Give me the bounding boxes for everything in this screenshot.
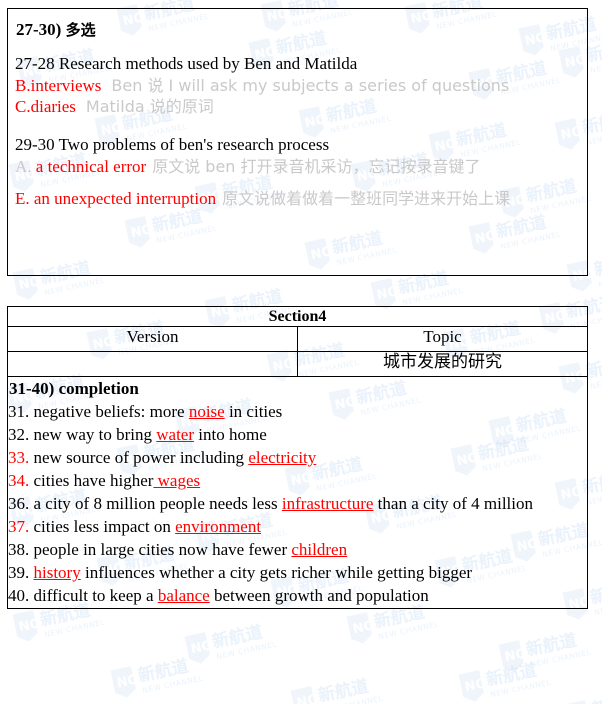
gap-item-number: 36. bbox=[8, 494, 30, 514]
gap-item-number: 33. bbox=[8, 448, 30, 468]
gap-text: between growth and population bbox=[209, 585, 429, 605]
gap-item-number: 39. bbox=[8, 562, 30, 582]
completion-section: 31-40) completion 31. negative beliefs: … bbox=[7, 376, 588, 609]
multiple-choice-box: 27-30) 多选 27-28 Research methods used by… bbox=[7, 8, 588, 276]
gap-answer: wages bbox=[153, 471, 201, 491]
mc-group-27-28: 27-28 Research methods used by Ben and M… bbox=[14, 54, 583, 117]
mc-group-stem: 29-30 Two problems of ben's research pro… bbox=[15, 135, 330, 155]
mc-option-text: a technical error bbox=[35, 157, 147, 177]
column-header-version: Version bbox=[7, 326, 298, 353]
gap-item-number: 38. bbox=[8, 539, 30, 559]
gap-text: a city of 8 million people needs less bbox=[33, 494, 282, 514]
gap-text: in cities bbox=[224, 402, 283, 422]
mc-heading-range: 27-30) bbox=[16, 20, 62, 39]
gap-fill-item: 38. people in large cities now have fewe… bbox=[8, 539, 587, 561]
gap-text: into home bbox=[194, 425, 267, 445]
mc-option-note: Ben 说 I will ask my subjects a series of… bbox=[111, 75, 510, 95]
mc-option-note: 原文说做着做着一整班同学进来开始上课 bbox=[222, 188, 511, 208]
mc-option-row: C.diaries Matilda 说的原词 bbox=[15, 97, 583, 118]
mc-option-text: interviews bbox=[30, 75, 102, 95]
gap-fill-item: 40. difficult to keep a balance between … bbox=[8, 585, 587, 607]
gap-fill-item: 32. new way to bring water into home bbox=[8, 424, 587, 446]
cell-topic-value: 城市发展的研究 bbox=[297, 351, 588, 378]
gap-text: new way to bring bbox=[33, 425, 157, 445]
gap-fill-item: 31. negative beliefs: more noise in citi… bbox=[8, 401, 587, 423]
gap-item-number: 37. bbox=[8, 517, 30, 537]
mc-option-letter: A. bbox=[15, 157, 32, 177]
gap-text: cities less impact on bbox=[33, 517, 176, 537]
mc-group-stem: 27-28 Research methods used by Ben and M… bbox=[15, 54, 358, 74]
completion-heading: 31-40) completion bbox=[9, 379, 139, 399]
cell-version-value bbox=[7, 351, 298, 378]
column-header-topic: Topic bbox=[297, 326, 588, 353]
mc-option-row: E. an unexpected interruption 原文说做着做着一整班同… bbox=[15, 189, 583, 210]
table-row: 城市发展的研究 bbox=[7, 351, 588, 378]
table-row-header: Version Topic bbox=[7, 326, 588, 353]
mc-option-letter: E. bbox=[15, 188, 30, 208]
mc-option-note: Matilda 说的原词 bbox=[85, 96, 214, 116]
mc-group-29-30: 29-30 Two problems of ben's research pro… bbox=[14, 135, 583, 209]
mc-option-note: 原文说 ben 打开录音机采访，忘记按录音键了 bbox=[152, 157, 481, 177]
gap-text: people in large cities now have fewer bbox=[33, 539, 292, 559]
mc-heading-label: 多选 bbox=[65, 21, 96, 39]
mc-option-row: A. a technical error 原文说 ben 打开录音机采访，忘记按录… bbox=[15, 157, 583, 178]
mc-option-row: B.interviews Ben 说 I will ask my subjects… bbox=[15, 76, 583, 97]
gap-fill-list: 31. negative beliefs: more noise in citi… bbox=[8, 401, 587, 606]
multiple-choice-heading: 27-30) 多选 bbox=[16, 19, 583, 40]
table-row-body: 31-40) completion 31. negative beliefs: … bbox=[7, 376, 588, 609]
table-row-title: Section4 bbox=[7, 305, 588, 328]
gap-answer: electricity bbox=[248, 448, 317, 468]
section4-wrap: Section4 Version Topic 城市发展的研究 31-40) co… bbox=[7, 305, 595, 609]
gap-item-number: 34. bbox=[8, 471, 30, 491]
gap-fill-item: 39. history influences whether a city ge… bbox=[8, 562, 587, 584]
section4-title: Section4 bbox=[7, 305, 588, 328]
mc-option-text: diaries bbox=[30, 96, 76, 116]
mc-option-letter: B. bbox=[15, 75, 31, 95]
gap-text: new source of power including bbox=[33, 448, 249, 468]
page-root: 27-30) 多选 27-28 Research methods used by… bbox=[0, 0, 602, 704]
gap-text: negative beliefs: more bbox=[33, 402, 189, 422]
mc-option-letter: C. bbox=[15, 96, 31, 116]
gap-answer: noise bbox=[188, 402, 225, 422]
gap-fill-item: 33. new source of power including electr… bbox=[8, 447, 587, 469]
gap-answer: infrastructure bbox=[281, 494, 374, 514]
gap-text: cities have higher bbox=[33, 471, 154, 491]
gap-item-number: 32. bbox=[8, 425, 30, 445]
gap-fill-item: 37. cities less impact on environment bbox=[8, 516, 587, 538]
gap-fill-item: 36. a city of 8 million people needs les… bbox=[8, 493, 587, 515]
gap-text: than a city of 4 million bbox=[373, 494, 534, 514]
mc-option-text: an unexpected interruption bbox=[33, 188, 217, 208]
gap-item-number: 40. bbox=[8, 585, 30, 605]
gap-answer: water bbox=[156, 425, 195, 445]
gap-answer: history bbox=[33, 562, 81, 582]
gap-item-number: 31. bbox=[8, 402, 30, 422]
gap-answer: children bbox=[291, 539, 348, 559]
gap-answer: environment bbox=[175, 517, 262, 537]
gap-answer: balance bbox=[157, 585, 210, 605]
gap-fill-item: 34. cities have higher wages bbox=[8, 470, 587, 492]
gap-text: difficult to keep a bbox=[33, 585, 158, 605]
gap-text: influences whether a city gets richer wh… bbox=[80, 562, 473, 582]
section4-table: Section4 Version Topic 城市发展的研究 31-40) co… bbox=[7, 305, 588, 609]
